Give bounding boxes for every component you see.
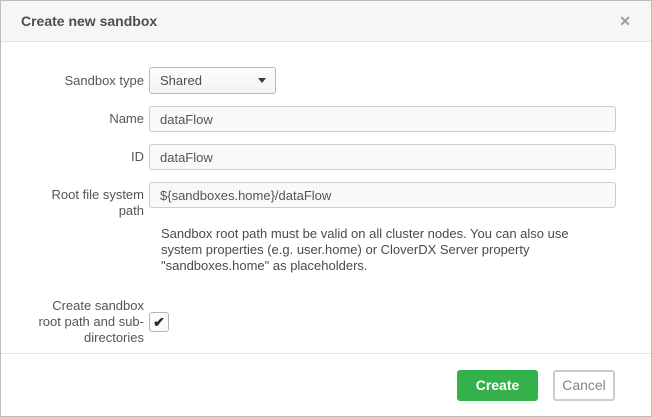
root-path-help-line: "sandboxes.home" as placeholders. (161, 258, 368, 273)
id-input[interactable] (149, 144, 616, 170)
sandbox-type-row: Sandbox type Shared (1, 67, 651, 94)
name-row: Name (1, 106, 651, 132)
root-path-help: Sandbox root path must be valid on all c… (161, 226, 651, 274)
create-dirs-checkbox[interactable]: ✔ (149, 312, 169, 332)
cancel-button[interactable]: Cancel (553, 369, 615, 401)
sandbox-type-selected-value: Shared (160, 73, 202, 88)
sandbox-type-label: Sandbox type (64, 72, 144, 88)
checkmark-icon: ✔ (153, 313, 165, 330)
create-dirs-row: Create sandbox root path and sub-directo… (1, 298, 651, 346)
root-path-label: Root file system path (51, 187, 144, 218)
root-path-help-line: system properties (e.g. user.home) or Cl… (161, 242, 530, 257)
dialog-title: Create new sandbox (21, 13, 158, 29)
create-button[interactable]: Create (457, 369, 538, 401)
root-path-input[interactable] (149, 182, 616, 208)
chevron-down-icon (258, 78, 266, 83)
close-icon[interactable]: ✕ (619, 14, 631, 28)
id-row: ID (1, 144, 651, 170)
sandbox-type-select[interactable]: Shared (149, 67, 276, 94)
dialog-header: Create new sandbox ✕ (1, 1, 651, 42)
id-label: ID (131, 149, 144, 164)
dialog-footer: Create Cancel (1, 353, 651, 416)
root-path-row: Root file system path (1, 182, 651, 219)
name-label: Name (109, 111, 144, 126)
dialog-body: Sandbox type Shared Name ID Root file sy… (1, 42, 651, 346)
create-sandbox-dialog: Create new sandbox ✕ Sandbox type Shared… (0, 0, 652, 417)
root-path-help-line: Sandbox root path must be valid on all c… (161, 226, 569, 241)
name-input[interactable] (149, 106, 616, 132)
create-dirs-label: Create sandbox root path and sub-directo… (38, 298, 144, 345)
